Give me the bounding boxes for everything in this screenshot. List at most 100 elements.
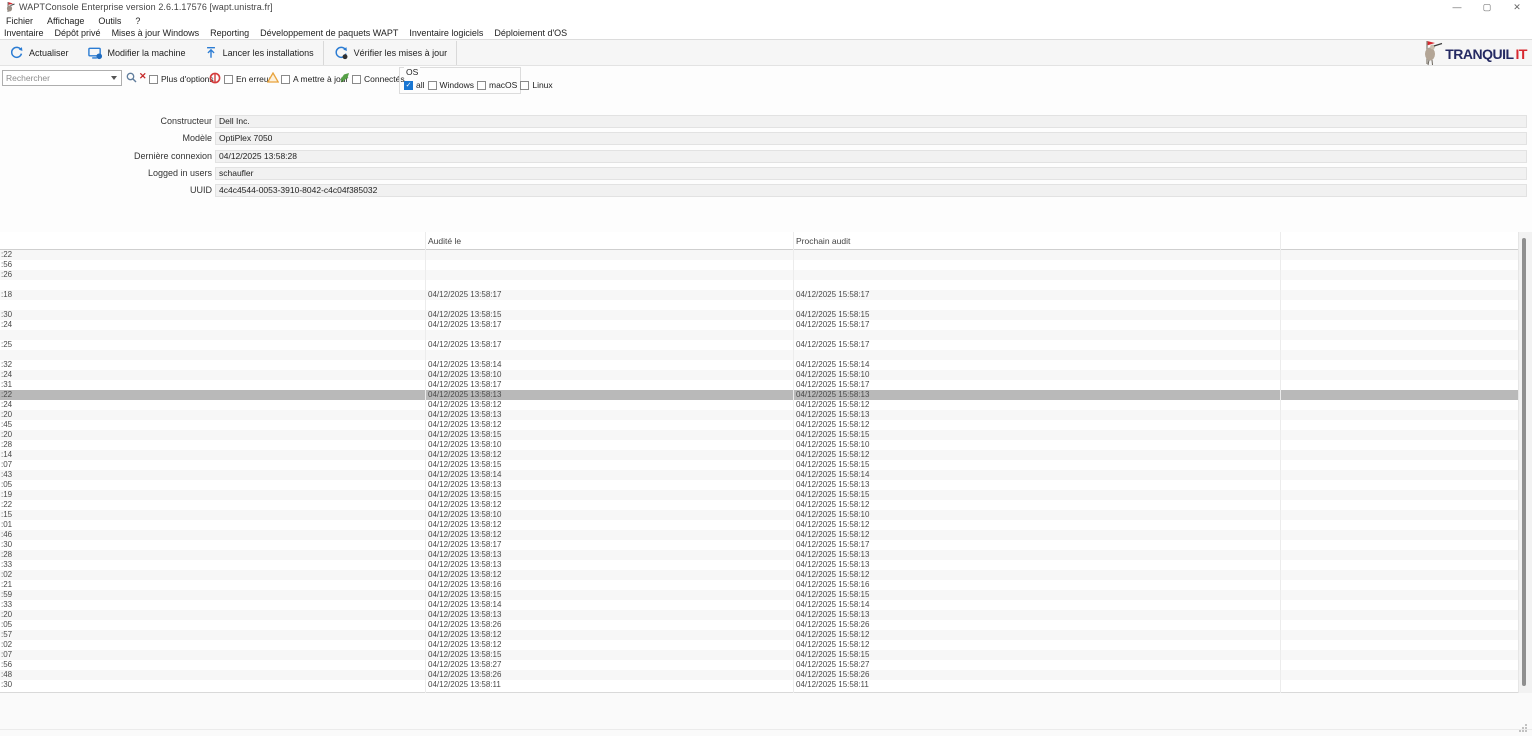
table-row[interactable]: :2404/12/2025 13:58:1704/12/2025 15:58:1… bbox=[0, 320, 1518, 330]
close-button[interactable]: ✕ bbox=[1502, 0, 1532, 14]
table-row[interactable]: :26 bbox=[0, 270, 1518, 280]
checkbox-os-linux[interactable] bbox=[520, 81, 529, 90]
table-row[interactable]: :22 bbox=[0, 250, 1518, 260]
field-value-derniere-connexion[interactable]: 04/12/2025 13:58:28 bbox=[215, 150, 1527, 163]
vertical-scrollbar[interactable] bbox=[1518, 232, 1532, 693]
tab-inventaire[interactable]: Inventaire bbox=[0, 28, 51, 38]
column-header-audite-le[interactable]: Audité le bbox=[428, 236, 461, 246]
table-row[interactable]: :0204/12/2025 13:58:1204/12/2025 15:58:1… bbox=[0, 640, 1518, 650]
table-row[interactable]: :4804/12/2025 13:58:2604/12/2025 15:58:2… bbox=[0, 670, 1518, 680]
table-row[interactable]: :2004/12/2025 13:58:1304/12/2025 15:58:1… bbox=[0, 410, 1518, 420]
field-value-constructeur[interactable]: Dell Inc. bbox=[215, 115, 1527, 128]
table-cell: 04/12/2025 15:58:15 bbox=[793, 310, 1280, 320]
table-row[interactable]: :3304/12/2025 13:58:1404/12/2025 15:58:1… bbox=[0, 600, 1518, 610]
table-cell: 04/12/2025 13:58:11 bbox=[425, 680, 793, 690]
table-row[interactable]: :2804/12/2025 13:58:1304/12/2025 15:58:1… bbox=[0, 550, 1518, 560]
table-row[interactable] bbox=[0, 300, 1518, 310]
tab-inventaire-logiciels[interactable]: Inventaire logiciels bbox=[405, 28, 490, 38]
table-cell: 04/12/2025 13:58:10 bbox=[425, 510, 793, 520]
table-row[interactable]: :2004/12/2025 13:58:1504/12/2025 15:58:1… bbox=[0, 430, 1518, 440]
maximize-button[interactable]: ▢ bbox=[1472, 0, 1502, 14]
table-row[interactable]: :2804/12/2025 13:58:1004/12/2025 15:58:1… bbox=[0, 440, 1518, 450]
tab-depot-prive[interactable]: Dépôt privé bbox=[51, 28, 108, 38]
table-row[interactable] bbox=[0, 330, 1518, 340]
table-row[interactable]: :0504/12/2025 13:58:2604/12/2025 15:58:2… bbox=[0, 620, 1518, 630]
table-cell: 04/12/2025 15:58:17 bbox=[793, 340, 1280, 350]
menu-affichage[interactable]: Affichage bbox=[41, 16, 92, 26]
field-label-constructeur: Constructeur bbox=[0, 116, 212, 126]
table-cell: 04/12/2025 13:58:15 bbox=[425, 650, 793, 660]
clear-search-icon[interactable]: ✕ bbox=[139, 71, 147, 82]
tab-mises-a-jour-windows[interactable]: Mises à jour Windows bbox=[108, 28, 207, 38]
checkbox-connectes[interactable]: Connectés bbox=[352, 74, 405, 84]
table-row[interactable]: :1504/12/2025 13:58:1004/12/2025 15:58:1… bbox=[0, 510, 1518, 520]
table-cell bbox=[793, 260, 1280, 270]
table-row[interactable] bbox=[0, 350, 1518, 360]
tab-developpement-paquets[interactable]: Développement de paquets WAPT bbox=[256, 28, 405, 38]
field-value-logged-in-users[interactable]: schaufler bbox=[215, 167, 1527, 180]
table-cell bbox=[1280, 400, 1518, 410]
resize-grip-icon[interactable] bbox=[1517, 722, 1528, 733]
search-icon[interactable] bbox=[126, 72, 137, 83]
check-updates-button[interactable]: Vérifier les mises à jour bbox=[324, 41, 457, 65]
refresh-icon bbox=[9, 45, 24, 60]
table-row[interactable]: :3004/12/2025 13:58:1104/12/2025 15:58:1… bbox=[0, 680, 1518, 690]
table-row[interactable]: :4504/12/2025 13:58:1204/12/2025 15:58:1… bbox=[0, 420, 1518, 430]
checkbox-plus-options[interactable]: Plus d'options bbox=[149, 74, 214, 84]
checkbox-os-all[interactable] bbox=[404, 81, 413, 90]
table-row[interactable]: :0204/12/2025 13:58:1204/12/2025 15:58:1… bbox=[0, 570, 1518, 580]
column-header-prochain-audit[interactable]: Prochain audit bbox=[796, 236, 850, 246]
minimize-button[interactable]: — bbox=[1442, 0, 1472, 14]
menu-fichier[interactable]: Fichier bbox=[0, 16, 41, 26]
table-row[interactable] bbox=[0, 280, 1518, 290]
table-cell: :14 bbox=[0, 450, 425, 460]
scrollbar-thumb[interactable] bbox=[1522, 238, 1526, 686]
table-row[interactable]: :1404/12/2025 13:58:1204/12/2025 15:58:1… bbox=[0, 450, 1518, 460]
field-value-uuid[interactable]: 4c4c4544-0053-3910-8042-c4c04f385032 bbox=[215, 184, 1527, 197]
table-row[interactable]: :2404/12/2025 13:58:1204/12/2025 15:58:1… bbox=[0, 400, 1518, 410]
table-row[interactable]: :2204/12/2025 13:58:1304/12/2025 15:58:1… bbox=[0, 390, 1518, 400]
table-cell: :05 bbox=[0, 620, 425, 630]
search-input[interactable]: Rechercher bbox=[2, 70, 122, 86]
table-row[interactable]: :0704/12/2025 13:58:1504/12/2025 15:58:1… bbox=[0, 650, 1518, 660]
table-row[interactable]: :0504/12/2025 13:58:1304/12/2025 15:58:1… bbox=[0, 480, 1518, 490]
table-row[interactable]: :0704/12/2025 13:58:1504/12/2025 15:58:1… bbox=[0, 460, 1518, 470]
table-cell: :33 bbox=[0, 560, 425, 570]
stork-logo-icon bbox=[1419, 41, 1443, 66]
table-row[interactable]: :4304/12/2025 13:58:1404/12/2025 15:58:1… bbox=[0, 470, 1518, 480]
field-value-modele[interactable]: OptiPlex 7050 bbox=[215, 132, 1527, 145]
tab-deploiement-os[interactable]: Déploiement d'OS bbox=[490, 28, 574, 38]
table-row[interactable]: :1804/12/2025 13:58:1704/12/2025 15:58:1… bbox=[0, 290, 1518, 300]
table-row[interactable]: :2104/12/2025 13:58:1604/12/2025 15:58:1… bbox=[0, 580, 1518, 590]
table-row[interactable]: :2504/12/2025 13:58:1704/12/2025 15:58:1… bbox=[0, 340, 1518, 350]
table-row[interactable]: :3304/12/2025 13:58:1304/12/2025 15:58:1… bbox=[0, 560, 1518, 570]
table-row[interactable]: :3104/12/2025 13:58:1704/12/2025 15:58:1… bbox=[0, 380, 1518, 390]
menu-help[interactable]: ? bbox=[129, 16, 148, 26]
table-row[interactable]: :1904/12/2025 13:58:1504/12/2025 15:58:1… bbox=[0, 490, 1518, 500]
tab-reporting[interactable]: Reporting bbox=[206, 28, 256, 38]
table-row[interactable]: :0104/12/2025 13:58:1204/12/2025 15:58:1… bbox=[0, 520, 1518, 530]
table-cell: 04/12/2025 15:58:12 bbox=[793, 570, 1280, 580]
column-separator bbox=[1280, 232, 1281, 693]
table-cell bbox=[1280, 360, 1518, 370]
table-row[interactable]: :2404/12/2025 13:58:1004/12/2025 15:58:1… bbox=[0, 370, 1518, 380]
table-row[interactable]: :5704/12/2025 13:58:1204/12/2025 15:58:1… bbox=[0, 630, 1518, 640]
refresh-button[interactable]: Actualiser bbox=[0, 41, 78, 65]
checkbox-os-macos[interactable] bbox=[477, 81, 486, 90]
table-row[interactable]: :5904/12/2025 13:58:1504/12/2025 15:58:1… bbox=[0, 590, 1518, 600]
table-cell bbox=[793, 300, 1280, 310]
table-row[interactable]: :2004/12/2025 13:58:1304/12/2025 15:58:1… bbox=[0, 610, 1518, 620]
table-cell bbox=[1280, 390, 1518, 400]
menu-outils[interactable]: Outils bbox=[92, 16, 129, 26]
table-row[interactable]: :3004/12/2025 13:58:1504/12/2025 15:58:1… bbox=[0, 310, 1518, 320]
launch-installs-button[interactable]: Lancer les installations bbox=[195, 41, 323, 65]
modify-machine-button[interactable]: Modifier la machine bbox=[78, 41, 195, 65]
table-row[interactable]: :3004/12/2025 13:58:1704/12/2025 15:58:1… bbox=[0, 540, 1518, 550]
table-row[interactable]: :3204/12/2025 13:58:1404/12/2025 15:58:1… bbox=[0, 360, 1518, 370]
table-row[interactable]: :2204/12/2025 13:58:1204/12/2025 15:58:1… bbox=[0, 500, 1518, 510]
table-cell: 04/12/2025 13:58:13 bbox=[425, 560, 793, 570]
table-row[interactable]: :4604/12/2025 13:58:1204/12/2025 15:58:1… bbox=[0, 530, 1518, 540]
table-row[interactable]: :56 bbox=[0, 260, 1518, 270]
table-row[interactable]: :5604/12/2025 13:58:2704/12/2025 15:58:2… bbox=[0, 660, 1518, 670]
checkbox-os-windows[interactable] bbox=[428, 81, 437, 90]
